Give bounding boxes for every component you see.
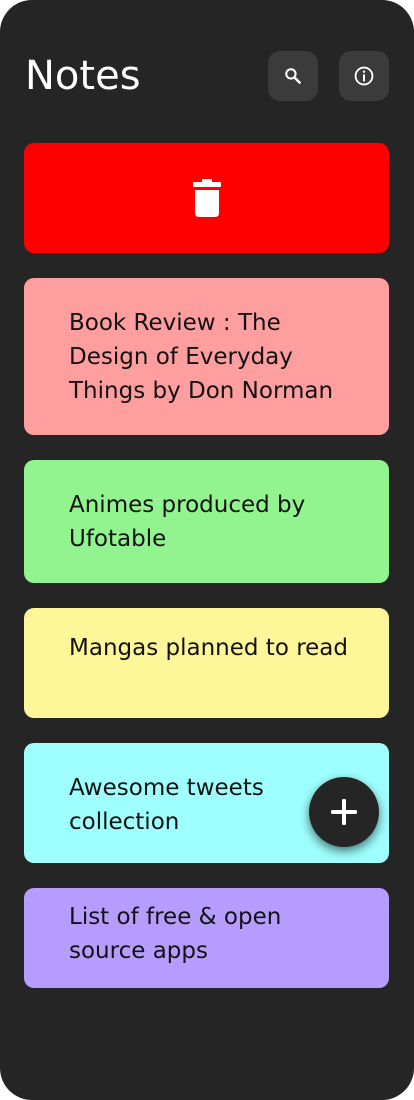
note-title: Animes produced by Ufotable — [69, 492, 306, 552]
note-title: Book Review : The Design of Everyday Thi… — [69, 310, 334, 404]
note-title: Awesome tweets collection — [69, 775, 264, 835]
search-button[interactable] — [268, 51, 318, 101]
note-card[interactable]: Book Review : The Design of Everyday Thi… — [24, 278, 389, 435]
app-screen: Notes Book Review : The Design of Everyd… — [0, 0, 414, 1100]
info-button[interactable] — [339, 51, 389, 101]
note-title: Mangas planned to read — [69, 635, 348, 661]
note-card[interactable]: List of free & open source apps — [24, 888, 389, 988]
trash-icon — [192, 179, 221, 217]
search-icon — [285, 68, 301, 84]
info-icon — [354, 66, 374, 86]
page-title: Notes — [25, 53, 141, 99]
note-card[interactable]: Mangas planned to read — [24, 608, 389, 718]
note-card[interactable]: Animes produced by Ufotable — [24, 460, 389, 583]
delete-note-card[interactable] — [24, 143, 389, 253]
note-title: List of free & open source apps — [69, 904, 282, 964]
add-note-button[interactable] — [309, 777, 379, 847]
plus-icon — [331, 799, 357, 825]
